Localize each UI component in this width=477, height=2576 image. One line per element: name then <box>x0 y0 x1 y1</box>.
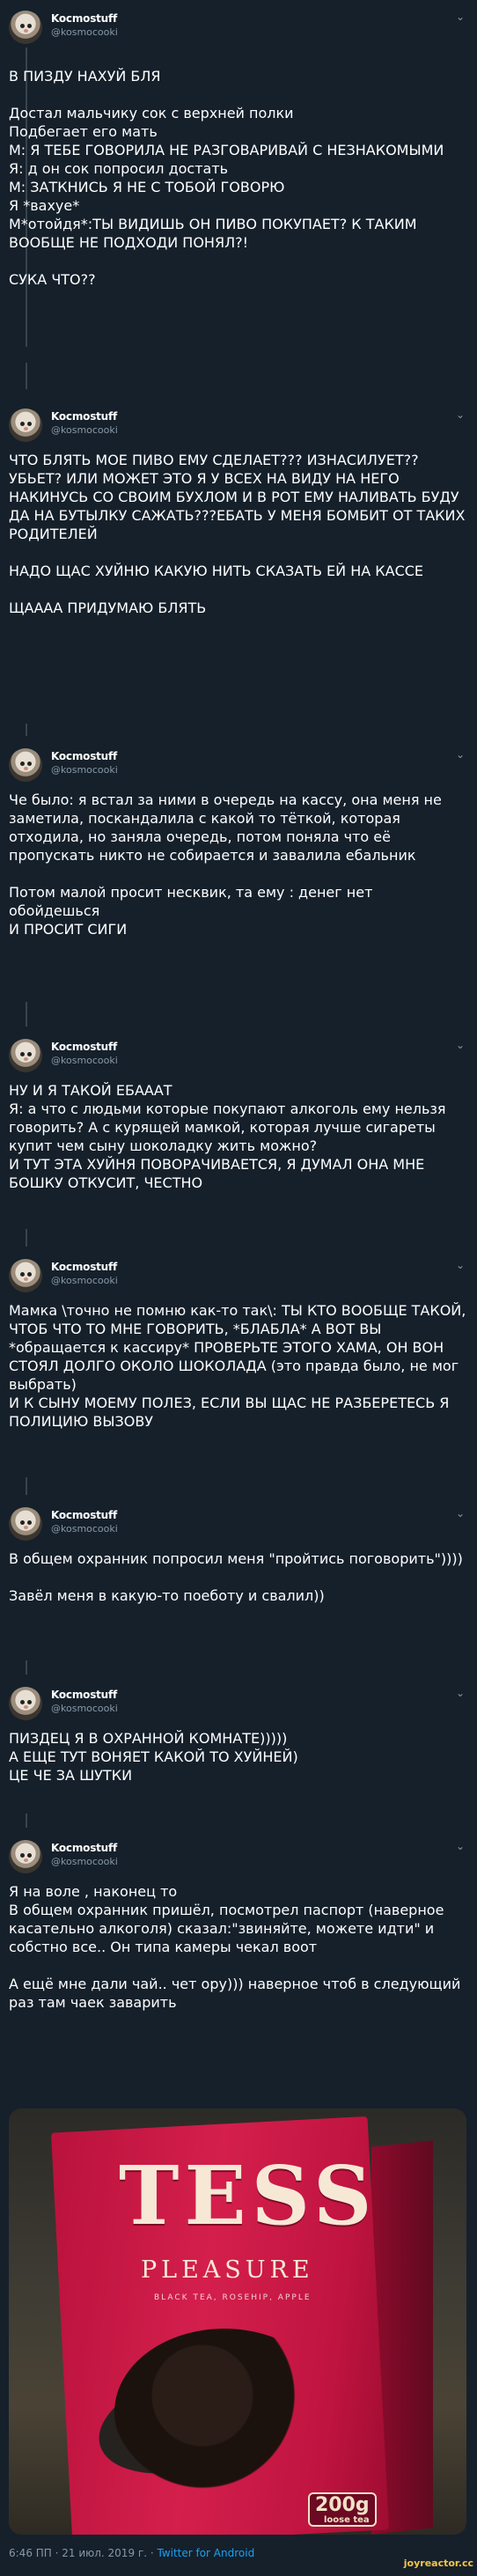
avatar[interactable] <box>9 1259 42 1292</box>
user-name[interactable]: Kocmostuff <box>51 1842 117 1854</box>
avatar[interactable] <box>9 1507 42 1541</box>
chevron-down-icon[interactable]: ⌄ <box>454 11 466 23</box>
tweet-text: Че было: я встал за ними в очередь на ка… <box>9 791 442 938</box>
user-name[interactable]: Kocmostuff <box>51 1509 117 1521</box>
chevron-down-icon[interactable]: ⌄ <box>454 1687 466 1699</box>
thread-line <box>26 363 27 389</box>
user-name[interactable]: Kocmostuff <box>51 12 117 25</box>
tweet-text: Мамка \точно не помню как-то так\: ТЫ КТ… <box>9 1302 466 1430</box>
user-handle[interactable]: @kosmocooki <box>51 1856 118 1867</box>
user-handle[interactable]: @kosmocooki <box>51 1275 118 1286</box>
user-name[interactable]: Kocmostuff <box>51 410 117 423</box>
user-handle[interactable]: @kosmocooki <box>51 764 118 776</box>
avatar[interactable] <box>9 1039 42 1072</box>
thread-line <box>26 1229 27 1247</box>
chevron-down-icon[interactable]: ⌄ <box>454 408 466 421</box>
avatar[interactable] <box>9 408 42 442</box>
user-name[interactable]: Kocmostuff <box>51 1261 117 1273</box>
user-handle[interactable]: @kosmocooki <box>51 1703 118 1714</box>
tweet-photo[interactable]: TESS PLEASURE BLACK TEA, ROSEHIP, APPLE … <box>9 2109 466 2535</box>
tweet-text: ПИЗДЕЦ Я В ОХРАННОЙ КОМНАТЕ))))) А ЕЩЕ ТУ… <box>9 1730 298 1784</box>
user-handle[interactable]: @kosmocooki <box>51 26 118 38</box>
chevron-down-icon[interactable]: ⌄ <box>454 1507 466 1520</box>
tea-brand: TESS <box>119 2148 378 2243</box>
site-watermark: joyreactor.cc <box>403 2558 473 2569</box>
thread-line <box>26 1002 27 1027</box>
tweet-source-link[interactable]: Twitter for Android <box>157 2547 254 2559</box>
tea-tagline: BLACK TEA, ROSEHIP, APPLE <box>154 2293 312 2302</box>
avatar[interactable] <box>9 1840 42 1873</box>
tweet-timestamp: 6:46 ПП · 21 июл. 2019 г. · <box>9 2547 158 2559</box>
tweet-text: В ПИЗДУ НАХУЙ БЛЯ Достал мальчику сок с … <box>9 68 444 288</box>
chevron-down-icon[interactable]: ⌄ <box>454 1039 466 1051</box>
user-handle[interactable]: @kosmocooki <box>51 1055 118 1066</box>
tea-weight: 200g loose tea <box>308 2492 377 2527</box>
tweet-text: Я на воле , наконец то В общем охранник п… <box>9 1883 461 2011</box>
chevron-down-icon[interactable]: ⌄ <box>454 1840 466 1852</box>
user-handle[interactable]: @kosmocooki <box>51 1523 118 1535</box>
chevron-down-icon[interactable]: ⌄ <box>454 1259 466 1271</box>
tweet-text: ЧТО БЛЯТЬ МОЕ ПИВО ЕМУ СДЕЛАЕТ??? ИЗНАСИ… <box>9 452 466 616</box>
user-name[interactable]: Kocmostuff <box>51 1041 117 1053</box>
chevron-down-icon[interactable]: ⌄ <box>454 748 466 761</box>
avatar[interactable] <box>9 748 42 782</box>
tea-variant: PLEASURE <box>141 2256 314 2284</box>
user-name[interactable]: Kocmostuff <box>51 750 117 762</box>
avatar[interactable] <box>9 11 42 44</box>
thread-line <box>26 724 27 736</box>
user-handle[interactable]: @kosmocooki <box>51 424 118 436</box>
thread-line <box>26 1660 27 1674</box>
thread-line <box>26 1814 27 1828</box>
tweet-meta: 6:46 ПП · 21 июл. 2019 г. · Twitter for … <box>9 2547 254 2559</box>
user-name[interactable]: Kocmostuff <box>51 1689 117 1701</box>
tweet-text: НУ И Я ТАКОЙ ЕБАААТ Я: а что с людьми кот… <box>9 1082 446 1191</box>
avatar[interactable] <box>9 1687 42 1720</box>
tea-leaves-image <box>114 2329 334 2496</box>
tweet-text: В общем охранник попросил меня "пройтись… <box>9 1550 463 1604</box>
thread-line <box>26 1477 27 1495</box>
